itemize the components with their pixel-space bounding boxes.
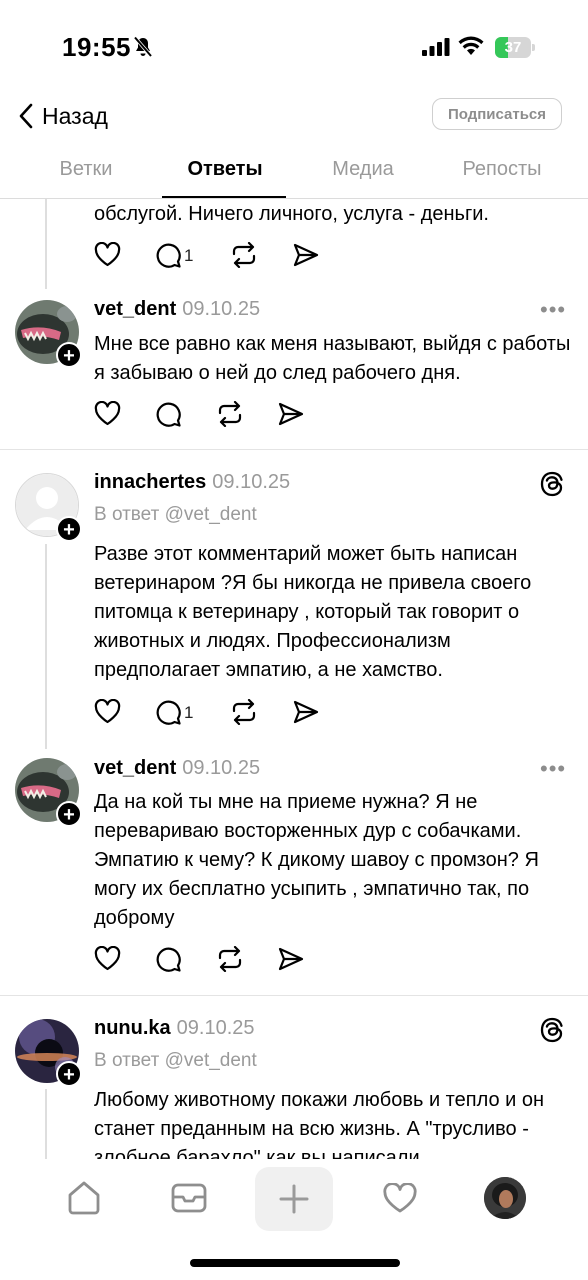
comment-icon bbox=[156, 700, 181, 725]
tab-reposts[interactable]: Репосты bbox=[432, 158, 572, 181]
status-time: 19:55 bbox=[62, 32, 131, 62]
reply-count: 1 bbox=[184, 245, 194, 265]
bottom-tab-bar bbox=[0, 1159, 588, 1280]
comment-icon bbox=[156, 243, 181, 268]
bell-muted-icon bbox=[133, 36, 153, 58]
threads-logo-icon bbox=[540, 1017, 563, 1043]
repost-button[interactable] bbox=[216, 401, 244, 427]
heart-icon bbox=[94, 401, 121, 426]
post-meta: innachertes 09.10.25 bbox=[94, 471, 290, 494]
share-button[interactable] bbox=[277, 946, 305, 972]
post-date: 09.10.25 bbox=[212, 471, 291, 493]
chevron-left-icon bbox=[19, 103, 33, 129]
share-button[interactable] bbox=[277, 401, 305, 427]
replies-feed[interactable]: обслугой. Ничего личного, услуга - деньг… bbox=[0, 199, 588, 1159]
repost-button[interactable] bbox=[230, 242, 258, 268]
username[interactable]: innachertes bbox=[94, 471, 206, 493]
reply-button[interactable]: 1 bbox=[155, 242, 193, 269]
back-label: Назад bbox=[42, 102, 108, 129]
reply-to-label[interactable]: В ответ @vet_dent bbox=[94, 504, 257, 526]
divider bbox=[0, 449, 588, 450]
post-text: Да на кой ты мне на приеме нужна? Я не п… bbox=[94, 791, 539, 929]
username[interactable]: vet_dent bbox=[94, 298, 176, 320]
home-icon[interactable] bbox=[65, 1180, 103, 1216]
repost-icon bbox=[218, 946, 242, 972]
comment-icon bbox=[156, 947, 181, 972]
follow-plus-button[interactable]: + bbox=[56, 516, 82, 542]
post-date: 09.10.25 bbox=[182, 757, 261, 779]
comment-icon bbox=[156, 402, 181, 427]
more-options-icon[interactable]: ••• bbox=[540, 297, 566, 323]
compose-button[interactable] bbox=[255, 1167, 333, 1231]
repost-button[interactable] bbox=[216, 946, 244, 972]
post-text: Мне все равно как меня называют, выйдя с… bbox=[94, 333, 571, 384]
like-button[interactable] bbox=[94, 946, 121, 971]
reply-count: 1 bbox=[184, 702, 194, 722]
post-date: 09.10.25 bbox=[176, 1017, 255, 1039]
follow-plus-button[interactable]: + bbox=[56, 1061, 82, 1087]
wifi-icon bbox=[458, 36, 484, 55]
plus-icon bbox=[279, 1184, 309, 1214]
post-text: Разве этот комментарий может быть написа… bbox=[94, 543, 532, 681]
tab-threads[interactable]: Ветки bbox=[16, 158, 156, 181]
follow-plus-button[interactable]: + bbox=[56, 342, 82, 368]
post-meta: nunu.ka 09.10.25 bbox=[94, 1017, 255, 1040]
follow-plus-button[interactable]: + bbox=[56, 801, 82, 827]
heart-icon[interactable] bbox=[383, 1183, 417, 1214]
share-button[interactable] bbox=[292, 242, 320, 268]
post-date: 09.10.25 bbox=[182, 298, 261, 320]
send-icon bbox=[293, 700, 319, 724]
subscribe-button[interactable]: Подписаться bbox=[432, 98, 562, 130]
tab-media[interactable]: Медиа bbox=[293, 158, 433, 181]
send-icon bbox=[278, 947, 304, 971]
reply-button[interactable]: 1 bbox=[155, 699, 193, 726]
status-bar: 19:55 37 bbox=[0, 0, 588, 96]
inbox-icon[interactable] bbox=[171, 1183, 207, 1213]
active-tab-indicator bbox=[162, 196, 286, 198]
username[interactable]: nunu.ka bbox=[94, 1017, 171, 1039]
heart-icon bbox=[94, 242, 121, 267]
avatar[interactable] bbox=[484, 1177, 526, 1219]
more-options-icon[interactable]: ••• bbox=[540, 756, 566, 782]
post-text: Любому животному покажи любовь и тепло и… bbox=[94, 1089, 545, 1159]
repost-icon bbox=[232, 699, 256, 725]
like-button[interactable] bbox=[94, 401, 121, 426]
reply-to-label[interactable]: В ответ @vet_dent bbox=[94, 1050, 257, 1072]
repost-button[interactable] bbox=[230, 699, 258, 725]
like-button[interactable] bbox=[94, 242, 121, 267]
repost-icon bbox=[218, 401, 242, 427]
heart-icon bbox=[94, 946, 121, 971]
like-button[interactable] bbox=[94, 699, 121, 724]
post-meta: vet_dent 09.10.25 bbox=[94, 757, 260, 780]
username[interactable]: vet_dent bbox=[94, 757, 176, 779]
heart-icon bbox=[94, 699, 121, 724]
battery-indicator: 37 bbox=[495, 37, 535, 58]
home-indicator bbox=[190, 1259, 400, 1267]
cellular-signal-icon bbox=[422, 38, 450, 56]
profile-tabs: Ветки Ответы Медиа Репосты bbox=[0, 150, 588, 199]
reply-button[interactable] bbox=[155, 401, 182, 428]
repost-icon bbox=[232, 242, 256, 268]
battery-percent: 37 bbox=[504, 39, 522, 56]
threads-logo-icon bbox=[540, 471, 563, 497]
post-meta: vet_dent 09.10.25 bbox=[94, 298, 260, 321]
send-icon bbox=[293, 243, 319, 267]
thread-line bbox=[45, 199, 47, 289]
back-button[interactable]: Назад bbox=[18, 98, 108, 134]
thread-line bbox=[45, 1089, 47, 1159]
reply-button[interactable] bbox=[155, 946, 182, 973]
post-text: обслугой. Ничего личного, услуга - деньг… bbox=[94, 203, 489, 225]
share-button[interactable] bbox=[292, 699, 320, 725]
tab-replies[interactable]: Ответы bbox=[155, 158, 295, 181]
thread-line bbox=[45, 544, 47, 749]
send-icon bbox=[278, 402, 304, 426]
divider bbox=[0, 995, 588, 996]
